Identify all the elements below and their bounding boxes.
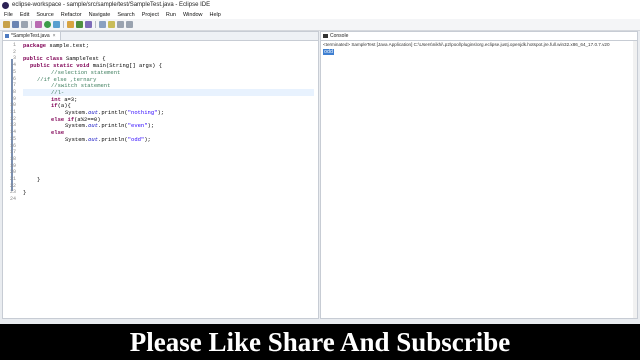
line-number: 13 — [9, 122, 16, 129]
new-class-icon[interactable] — [76, 21, 83, 28]
line-number: 4 — [12, 62, 16, 69]
code-line: } — [23, 189, 27, 197]
eclipse-logo-icon — [2, 2, 9, 9]
code-line: } — [37, 176, 41, 183]
menu-bar: File Edit Source Refactor Navigate Search Proj… — [0, 11, 640, 19]
menu-edit[interactable]: Edit — [20, 11, 29, 19]
debug-icon[interactable] — [35, 21, 42, 28]
banner-text: Please Like Share And Subscribe — [129, 327, 511, 357]
window-title: eclipse-workspace - sample/src/sample/te… — [12, 2, 211, 8]
console-panel: Console <terminated> SampleTest [Java Ap… — [320, 31, 638, 319]
line-number: 1 — [12, 42, 16, 48]
line-number: 15 — [9, 135, 16, 142]
console-tab-label: Console — [330, 33, 349, 39]
editor-panel: *SampleTest.java × 1 2 3 4 5 6 7 8 9 10 1… — [2, 31, 319, 319]
line-number: 2 — [12, 48, 16, 55]
menu-refactor[interactable]: Refactor — [61, 11, 82, 19]
menu-window[interactable]: Window — [183, 11, 203, 19]
menu-file[interactable]: File — [4, 11, 13, 19]
line-number: 12 — [9, 115, 16, 122]
forward-icon[interactable] — [126, 21, 133, 28]
close-icon[interactable]: × — [53, 33, 56, 39]
annotation-icon[interactable] — [108, 21, 115, 28]
search-icon[interactable] — [99, 21, 106, 28]
run-icon[interactable] — [44, 21, 51, 28]
code-editor[interactable]: 1 2 3 4 5 6 7 8 9 10 11 12 13 14 15 16 1… — [10, 42, 314, 318]
line-number: 19 — [9, 162, 16, 169]
terminated-status: <terminated> SampleTest [Java Applicatio… — [323, 42, 610, 47]
line-number: 10 — [9, 102, 16, 109]
line-number: 18 — [9, 155, 16, 162]
back-icon[interactable] — [117, 21, 124, 28]
tab-label: *SampleTest.java — [11, 33, 50, 39]
tab-sampletest-java[interactable]: *SampleTest.java × — [3, 32, 61, 40]
console-scrollbar[interactable] — [633, 41, 637, 318]
tab-console[interactable]: Console — [321, 32, 353, 40]
line-number: 23 — [9, 189, 16, 196]
console-output[interactable]: odd — [323, 49, 335, 55]
console-icon — [323, 33, 328, 38]
menu-search[interactable]: Search — [117, 11, 134, 19]
code-line: System.out.println("even"); — [65, 122, 155, 130]
line-number: 7 — [12, 82, 16, 89]
menu-project[interactable]: Project — [142, 11, 159, 19]
toolbar-separator — [63, 21, 64, 28]
menu-run[interactable]: Run — [166, 11, 176, 19]
new-package-icon[interactable] — [67, 21, 74, 28]
line-number: 22 — [9, 182, 16, 189]
line-number: 8 — [12, 88, 16, 95]
menu-source[interactable]: Source — [36, 11, 53, 19]
line-number: 21 — [9, 176, 16, 182]
subscribe-banner: Please Like Share And Subscribe — [0, 324, 640, 360]
new-icon[interactable] — [3, 21, 10, 28]
line-number: 24 — [9, 196, 16, 203]
line-number: 3 — [12, 55, 16, 62]
code-line: System.out.println("odd"); — [65, 135, 151, 143]
line-number: 6 — [12, 75, 16, 82]
java-file-icon — [5, 33, 9, 38]
menu-help[interactable]: Help — [210, 11, 221, 19]
line-number: 14 — [9, 129, 16, 136]
toolbar-separator — [31, 21, 32, 28]
menu-navigate[interactable]: Navigate — [89, 11, 111, 19]
code-line: package sample.test; — [23, 42, 90, 49]
line-number: 20 — [9, 169, 16, 176]
code-line: else — [51, 129, 65, 137]
line-number: 17 — [9, 149, 16, 156]
save-all-icon[interactable] — [21, 21, 28, 28]
toolbar-separator — [95, 21, 96, 28]
title-bar: eclipse-workspace - sample/src/sample/te… — [0, 0, 640, 11]
line-number: 5 — [12, 68, 16, 75]
line-number: 9 — [12, 95, 16, 102]
coverage-icon[interactable] — [53, 21, 60, 28]
open-type-icon[interactable] — [85, 21, 92, 28]
editor-tab-bar: *SampleTest.java × — [3, 32, 318, 41]
console-divider — [321, 40, 637, 41]
save-icon[interactable] — [12, 21, 19, 28]
line-number: 16 — [9, 142, 16, 149]
line-number: 11 — [9, 109, 16, 115]
toolbar — [0, 19, 640, 31]
